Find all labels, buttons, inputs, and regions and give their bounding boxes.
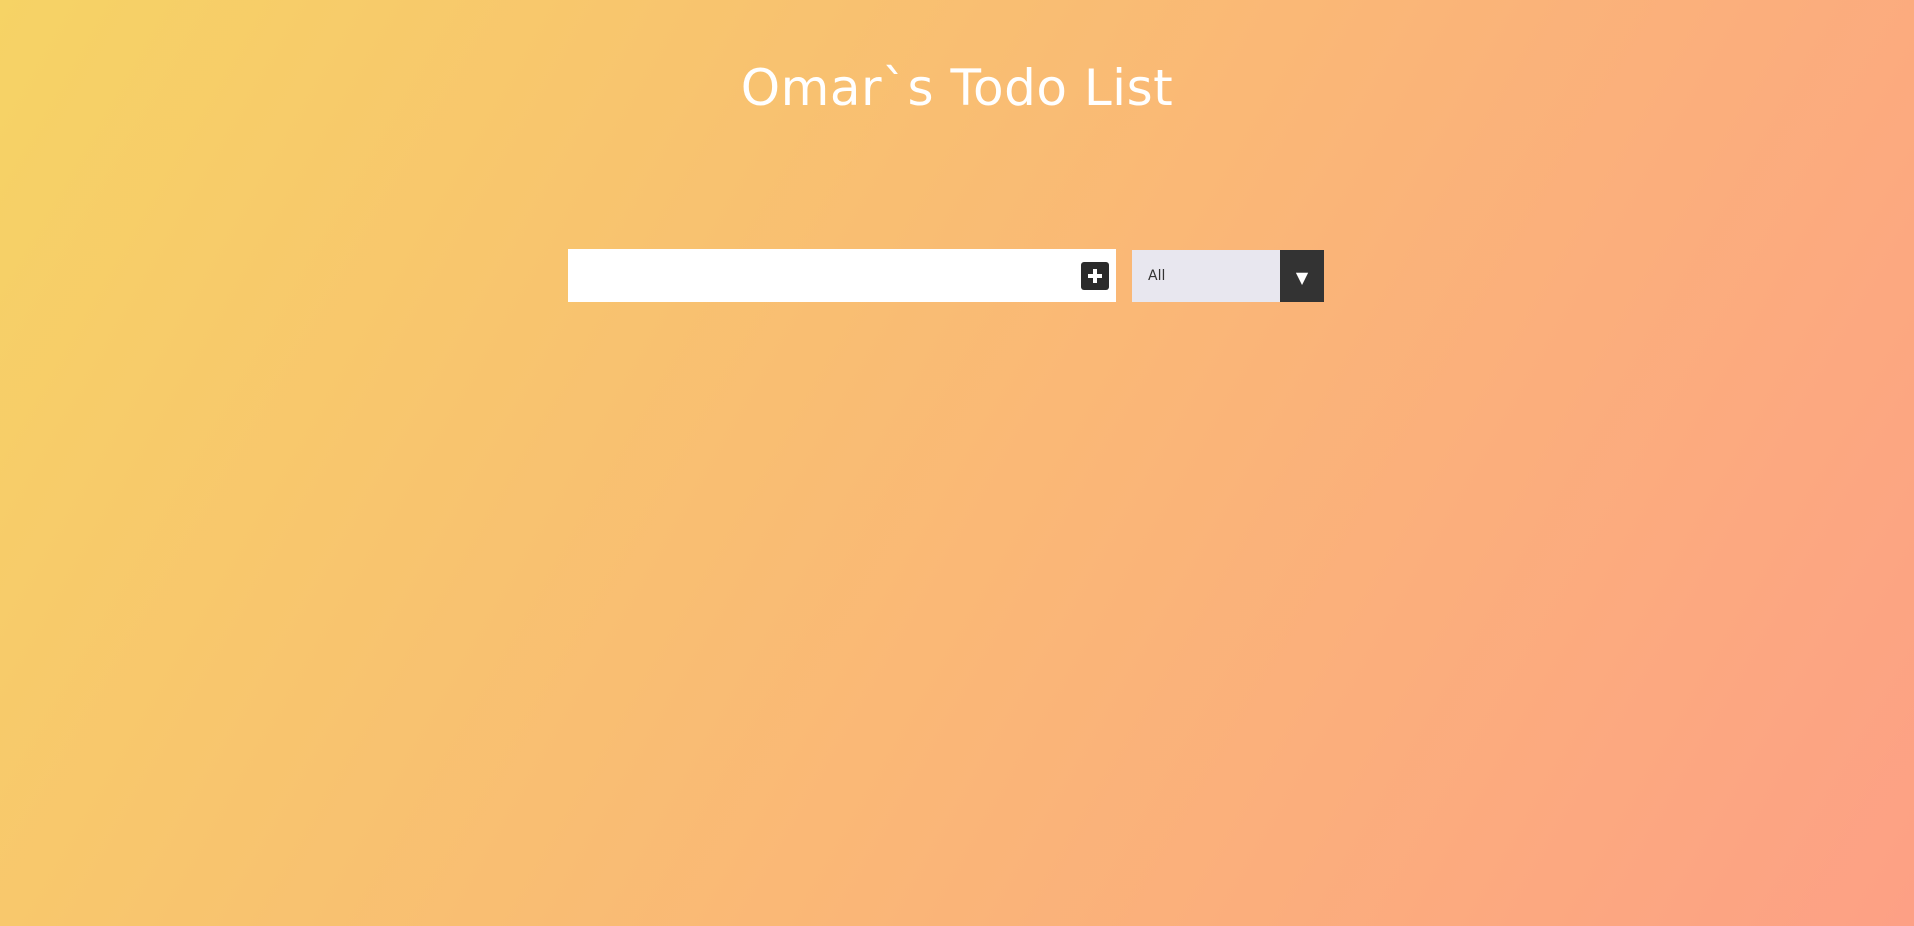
todo-input[interactable] xyxy=(568,249,1081,302)
plus-icon xyxy=(1088,268,1102,283)
todo-form xyxy=(568,249,1116,302)
chevron-down-icon[interactable]: ▼ xyxy=(1280,250,1324,302)
filter-select[interactable]: All ▼ xyxy=(1132,250,1324,302)
add-todo-button[interactable] xyxy=(1081,261,1109,290)
filter-selected-value: All xyxy=(1148,268,1166,284)
page-title: Omar`s Todo List xyxy=(740,59,1174,117)
